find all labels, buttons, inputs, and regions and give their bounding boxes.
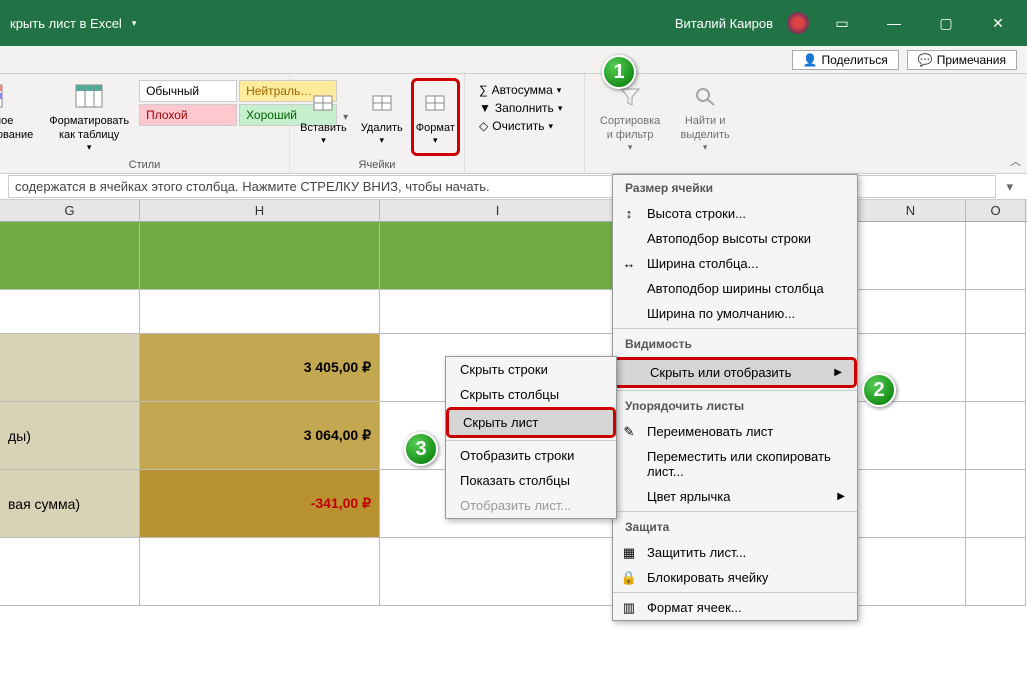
delete-icon bbox=[366, 88, 398, 118]
col-width-icon: ↔ bbox=[621, 256, 637, 272]
submenu-hide-cols[interactable]: Скрыть столбцы bbox=[446, 382, 616, 407]
submenu-hide-rows[interactable]: Скрыть строки bbox=[446, 357, 616, 382]
format-label: Формат bbox=[416, 122, 455, 135]
format-dropdown-menu: Размер ячейки ↕Высота строки... Автоподб… bbox=[612, 174, 858, 621]
col-header-g[interactable]: G bbox=[0, 200, 140, 221]
find-label: Найти и выделить bbox=[677, 115, 733, 141]
find-select-button[interactable]: Найти и выделить▾ bbox=[671, 78, 739, 156]
fill-button[interactable]: ▼Заполнить ▾ bbox=[475, 100, 566, 116]
comment-icon: 💬 bbox=[918, 53, 933, 67]
submenu-show-rows[interactable]: Отобразить строки bbox=[446, 443, 616, 468]
callout-2: 2 bbox=[862, 373, 896, 407]
submenu-arrow-icon: ▶ bbox=[817, 491, 845, 502]
ribbon: Условное форматирование ▾ Форматировать … bbox=[0, 74, 1027, 174]
menu-header-visibility: Видимость bbox=[613, 331, 857, 357]
menu-move-copy[interactable]: Переместить или скопировать лист... bbox=[613, 444, 857, 484]
submenu-show-sheet: Отобразить лист... bbox=[446, 493, 616, 518]
format-icon bbox=[419, 88, 451, 118]
menu-lock-cell[interactable]: 🔒Блокировать ячейку bbox=[613, 565, 857, 590]
autosum-button[interactable]: ∑Автосумма ▾ bbox=[475, 82, 566, 98]
share-bar: 👤 Поделиться 💬 Примечания bbox=[0, 46, 1027, 74]
row-height-icon: ↕ bbox=[621, 206, 637, 222]
menu-tab-color[interactable]: Цвет ярлычка▶ bbox=[613, 484, 857, 509]
menu-header-protection: Защита bbox=[613, 514, 857, 540]
insert-icon bbox=[307, 88, 339, 118]
submenu-arrow-icon: ▶ bbox=[814, 367, 842, 378]
autosum-label: Автосумма bbox=[492, 83, 553, 97]
cell-label2[interactable]: вая сумма) bbox=[0, 470, 140, 538]
menu-format-cells[interactable]: ▥Формат ячеек... bbox=[613, 595, 857, 620]
shield-icon: ▦ bbox=[621, 545, 637, 561]
conditional-format-button[interactable]: Условное форматирование ▾ bbox=[0, 78, 39, 156]
clear-button[interactable]: ◇Очистить ▾ bbox=[475, 118, 566, 134]
share-label: Поделиться bbox=[822, 53, 888, 67]
style-normal[interactable]: Обычный bbox=[139, 80, 237, 102]
col-header-i[interactable]: I bbox=[380, 200, 616, 221]
rename-icon: ✎ bbox=[621, 424, 637, 440]
share-button[interactable]: 👤 Поделиться bbox=[792, 50, 899, 70]
fill-icon: ▼ bbox=[479, 101, 491, 115]
title-bar: крыть лист в Excel ▾ Виталий Каиров ▭ — … bbox=[0, 0, 1027, 46]
delete-label: Удалить bbox=[361, 122, 403, 135]
format-table-icon bbox=[73, 81, 105, 111]
title-dropdown-icon[interactable]: ▾ bbox=[132, 18, 137, 29]
collapse-ribbon-icon[interactable]: ︿ bbox=[1010, 153, 1021, 169]
menu-header-cellsize: Размер ячейки bbox=[613, 175, 857, 201]
styles-group-label: Стили bbox=[0, 159, 289, 171]
menu-header-organize: Упорядочить листы bbox=[613, 393, 857, 419]
app-title: крыть лист в Excel bbox=[10, 16, 122, 31]
cell-h-value1[interactable]: 3 405,00 ₽ bbox=[140, 334, 380, 402]
help-bar: содержатся в ячейках этого столбца. Нажм… bbox=[0, 174, 1027, 200]
cells-group-label: Ячейки bbox=[290, 159, 464, 171]
delete-button[interactable]: Удалить▾ bbox=[355, 78, 409, 156]
user-avatar[interactable] bbox=[787, 12, 809, 34]
help-dropdown-icon[interactable]: ▾ bbox=[1000, 179, 1019, 195]
menu-hide-show[interactable]: Скрыть или отобразить ▶ Скрыть строки Ск… bbox=[613, 357, 857, 388]
menu-protect-sheet[interactable]: ▦Защитить лист... bbox=[613, 540, 857, 565]
minimize-button[interactable]: — bbox=[875, 8, 913, 38]
share-icon: 👤 bbox=[803, 53, 818, 67]
col-header-n[interactable]: N bbox=[856, 200, 966, 221]
sort-label: Сортировка и фильтр bbox=[597, 115, 663, 141]
fill-label: Заполнить bbox=[495, 101, 554, 115]
close-button[interactable]: ✕ bbox=[979, 8, 1017, 38]
comments-label: Примечания bbox=[937, 53, 1006, 67]
eraser-icon: ◇ bbox=[479, 119, 488, 133]
insert-label: Вставить bbox=[300, 122, 347, 135]
callout-3: 3 bbox=[404, 432, 438, 466]
menu-col-width[interactable]: ↔Ширина столбца... bbox=[613, 251, 857, 276]
cond-format-label: Условное форматирование bbox=[0, 115, 33, 141]
col-header-h[interactable]: H bbox=[140, 200, 380, 221]
column-headers: G H I N O bbox=[0, 200, 1027, 222]
cell-h-value3[interactable]: -341,00 ₽ bbox=[140, 470, 380, 538]
style-bad[interactable]: Плохой bbox=[139, 104, 237, 126]
insert-button[interactable]: Вставить▾ bbox=[294, 78, 353, 156]
menu-default-width[interactable]: Ширина по умолчанию... bbox=[613, 301, 857, 326]
sort-filter-button[interactable]: Сортировка и фильтр▾ bbox=[591, 78, 669, 156]
menu-row-height[interactable]: ↕Высота строки... bbox=[613, 201, 857, 226]
ribbon-display-icon[interactable]: ▭ bbox=[823, 8, 861, 38]
submenu-hide-sheet[interactable]: Скрыть лист bbox=[446, 407, 616, 438]
restore-button[interactable]: ▢ bbox=[927, 8, 965, 38]
format-button[interactable]: Формат▾ bbox=[411, 78, 460, 156]
magnifier-icon bbox=[689, 81, 721, 111]
lock-icon: 🔒 bbox=[621, 570, 637, 586]
clear-label: Очистить bbox=[492, 119, 544, 133]
comments-button[interactable]: 💬 Примечания bbox=[907, 50, 1017, 70]
hide-show-submenu: Скрыть строки Скрыть столбцы Скрыть лист… bbox=[445, 356, 617, 519]
cell-h-value2[interactable]: 3 064,00 ₽ bbox=[140, 402, 380, 470]
cell-label1[interactable]: ды) bbox=[0, 402, 140, 470]
col-header-o[interactable]: O bbox=[966, 200, 1026, 221]
sigma-icon: ∑ bbox=[479, 83, 488, 97]
format-as-table-button[interactable]: Форматировать как таблицу ▾ bbox=[43, 78, 135, 156]
menu-autofit-row[interactable]: Автоподбор высоты строки bbox=[613, 226, 857, 251]
conditional-format-icon bbox=[0, 81, 5, 111]
menu-rename-sheet[interactable]: ✎Переименовать лист bbox=[613, 419, 857, 444]
menu-autofit-col[interactable]: Автоподбор ширины столбца bbox=[613, 276, 857, 301]
user-name: Виталий Каиров bbox=[675, 16, 773, 31]
format-table-label: Форматировать как таблицу bbox=[49, 115, 129, 141]
callout-1: 1 bbox=[602, 55, 636, 89]
format-cells-icon: ▥ bbox=[621, 600, 637, 616]
submenu-show-cols[interactable]: Показать столбцы bbox=[446, 468, 616, 493]
